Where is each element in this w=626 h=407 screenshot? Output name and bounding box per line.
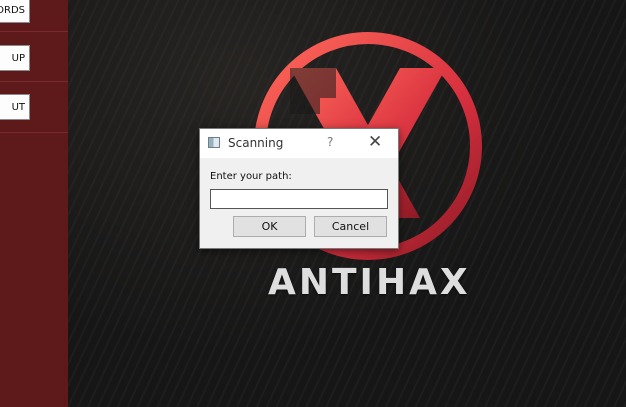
scanning-dialog: Scanning ? ✕ Enter your path: OK Cancel bbox=[199, 128, 399, 249]
sidebar-divider bbox=[0, 31, 68, 32]
cancel-button[interactable]: Cancel bbox=[314, 216, 387, 237]
brand-name: ANTIHAX bbox=[268, 262, 471, 303]
path-input[interactable] bbox=[210, 189, 388, 209]
dialog-title: Scanning bbox=[228, 136, 284, 150]
help-icon[interactable]: ? bbox=[327, 135, 333, 149]
window-icon bbox=[208, 137, 220, 148]
sidebar-button-records[interactable]: ORDS bbox=[0, 0, 30, 23]
ok-button[interactable]: OK bbox=[233, 216, 306, 237]
sidebar-button-logout[interactable]: UT bbox=[0, 94, 30, 120]
sidebar-divider bbox=[0, 132, 68, 133]
close-icon[interactable]: ✕ bbox=[368, 132, 382, 152]
sidebar: ORDS UP UT bbox=[0, 0, 68, 407]
path-prompt-label: Enter your path: bbox=[210, 171, 292, 182]
dialog-titlebar[interactable]: Scanning ? ✕ bbox=[200, 129, 398, 158]
sidebar-divider bbox=[0, 81, 68, 82]
sidebar-button-setup[interactable]: UP bbox=[0, 45, 30, 71]
